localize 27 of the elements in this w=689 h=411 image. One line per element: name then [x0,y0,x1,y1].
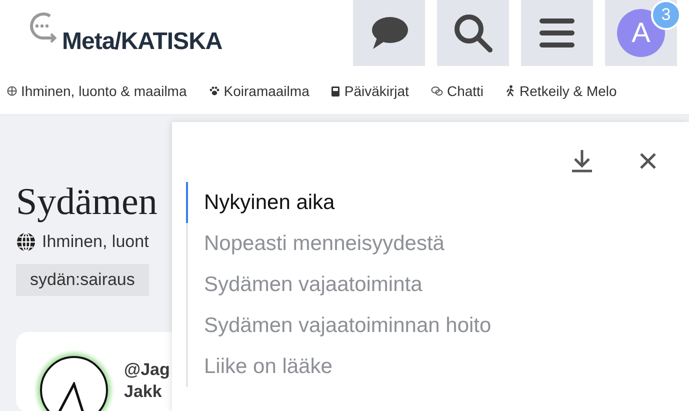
hiker-icon [506,85,516,97]
search-icon [453,13,493,53]
username[interactable]: @Jag [124,360,170,380]
category-link[interactable]: Ihminen, luont [42,232,149,252]
globe-icon [16,232,36,252]
chat-button[interactable] [353,0,425,66]
category-link[interactable]: Koiramaailma [224,83,310,99]
chat-bubbles-icon [430,86,443,96]
category-link[interactable]: Retkeily & Melo [520,83,617,99]
close-icon[interactable] [639,152,657,170]
user-full-name: Jakk [124,382,163,402]
category-link[interactable]: Ihminen, luonto & maailma [21,83,187,99]
search-button[interactable] [437,0,509,66]
category-link[interactable]: Chatti [446,83,484,99]
topic-tag[interactable]: sydän:sairaus [16,264,149,296]
download-icon[interactable] [571,149,593,173]
menu-icon [539,18,575,48]
globe-icon [7,86,17,96]
book-icon [331,86,340,96]
site-title[interactable]: Meta/KATISKA [62,28,222,56]
user-avatar [40,356,108,411]
paw-icon [208,86,220,96]
menu-button[interactable] [521,0,593,66]
speech-bubble-icon [369,15,409,51]
toc-link[interactable]: Nykyinen aika [186,182,689,223]
category-link[interactable]: Päiväkirjat [344,83,409,99]
topic-title: Sydämen [16,180,158,224]
